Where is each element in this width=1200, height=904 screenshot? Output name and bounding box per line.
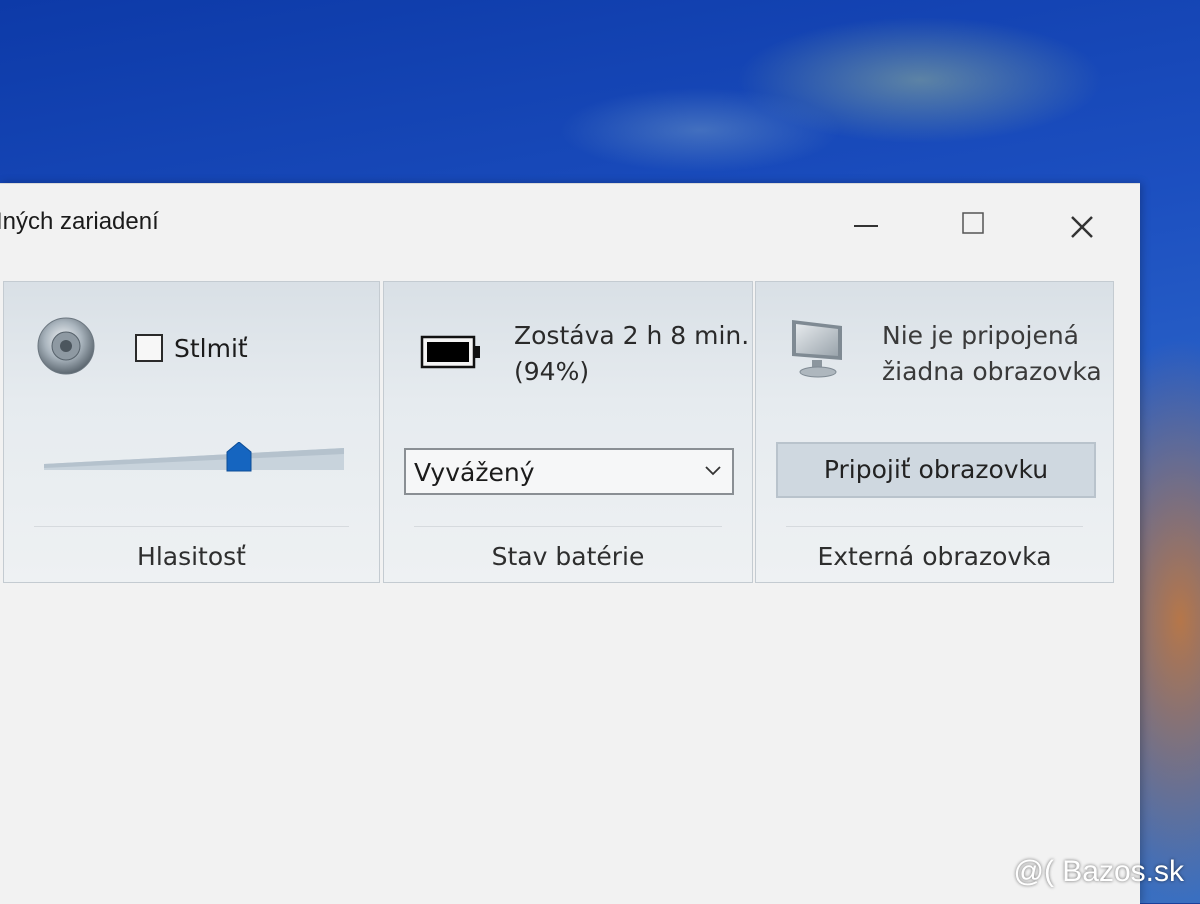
mute-label: Stlmiť <box>174 334 248 363</box>
display-status: Nie je pripojená žiadna obrazovka <box>882 318 1102 390</box>
maximize-button[interactable] <box>944 202 1004 246</box>
connect-display-button[interactable]: Pripojiť obrazovku <box>776 442 1096 498</box>
external-display-panel: Nie je pripojená žiadna obrazovka Pripoj… <box>755 281 1114 583</box>
battery-panel-title: Stav batérie <box>491 542 645 571</box>
volume-slider-thumb[interactable] <box>226 442 252 472</box>
volume-panel-title: Hlasitosť <box>137 542 246 571</box>
close-icon <box>1071 216 1093 238</box>
speaker-icon <box>37 317 95 375</box>
display-status-line2: žiadna obrazovka <box>882 357 1102 386</box>
mute-checkbox[interactable] <box>135 334 163 362</box>
maximize-icon <box>962 212 984 234</box>
display-divider <box>786 526 1083 527</box>
monitor-icon <box>792 320 842 378</box>
battery-panel: Zostáva 2 h 8 min. (94%) Vyvážený Stav b… <box>383 281 753 583</box>
battery-status: Zostáva 2 h 8 min. (94%) <box>514 318 749 390</box>
minimize-button[interactable] <box>836 202 896 246</box>
minimize-icon <box>854 225 878 227</box>
battery-remaining: Zostáva 2 h 8 min. <box>514 321 750 350</box>
display-status-line1: Nie je pripojená <box>882 321 1079 350</box>
chevron-down-icon <box>705 466 721 476</box>
volume-slider-track[interactable] <box>44 440 344 480</box>
display-panel-title: Externá obrazovka <box>817 542 1052 571</box>
mobility-center-window: Iných zariadení Stlmiť Hlasitosť Zostáva… <box>0 183 1140 904</box>
volume-divider <box>34 526 349 527</box>
window-title: Iných zariadení <box>0 208 159 235</box>
battery-percent: (94%) <box>514 357 590 386</box>
title-bar[interactable]: Iných zariadení <box>0 184 1140 266</box>
power-plan-value: Vyvážený <box>414 458 535 487</box>
battery-icon <box>420 335 480 369</box>
battery-divider <box>414 526 722 527</box>
watermark: @( Bazos.sk <box>1013 855 1185 888</box>
close-button[interactable] <box>1052 202 1112 246</box>
power-plan-select[interactable]: Vyvážený <box>404 448 734 495</box>
volume-panel: Stlmiť Hlasitosť <box>3 281 380 583</box>
